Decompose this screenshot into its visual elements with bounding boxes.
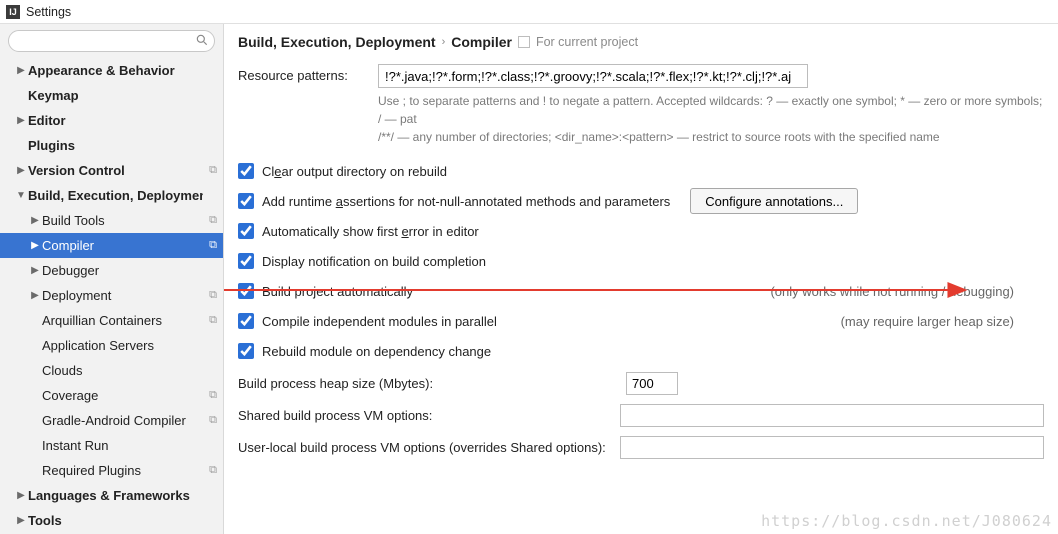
rebuild-dep-checkbox[interactable] [238,343,254,359]
configure-annotations-button[interactable]: Configure annotations... [690,188,858,214]
chevron-right-icon: ▶ [14,115,28,126]
sidebar-item-label: Version Control [28,163,203,178]
sidebar-item-label: Appearance & Behavior [28,63,203,78]
chevron-right-icon: ▶ [14,515,28,526]
sidebar-item-label: Tools [28,513,203,528]
sidebar-item-clouds[interactable]: ▶Clouds [0,358,223,383]
sidebar-item-tools[interactable]: ▶Tools [0,508,223,533]
sidebar-item-debugger[interactable]: ▶Debugger [0,258,223,283]
content-pane: Build, Execution, Deployment › Compiler … [224,24,1058,534]
scope-icon: ⧉ [203,314,217,327]
sidebar-item-label: Coverage [42,388,203,403]
chevron-right-icon: ▶ [14,165,28,176]
sidebar-item-coverage[interactable]: ▶Coverage⧉ [0,383,223,408]
check-clear-output[interactable]: Clear output directory on rebuild [238,156,1044,186]
sidebar-item-deployment[interactable]: ▶Deployment⧉ [0,283,223,308]
search-input[interactable] [8,30,215,52]
sidebar-item-appearance-behavior[interactable]: ▶Appearance & Behavior [0,58,223,83]
app-icon: IJ [6,5,20,19]
scope-icon: ⧉ [203,289,217,302]
sidebar-item-label: Keymap [28,88,203,103]
window-title: Settings [26,5,71,19]
scope-icon: ⧉ [203,214,217,227]
scope-icon [518,36,530,48]
check-compile-parallel[interactable]: Compile independent modules in parallel … [238,306,1044,336]
sidebar-item-gradle-android-compiler[interactable]: ▶Gradle-Android Compiler⧉ [0,408,223,433]
titlebar: IJ Settings [0,0,1058,24]
check-add-runtime[interactable]: Add runtime assertions for not-null-anno… [238,186,1044,216]
sidebar-item-label: Application Servers [42,338,203,353]
sidebar-item-arquillian-containers[interactable]: ▶Arquillian Containers⧉ [0,308,223,333]
check-display-notification[interactable]: Display notification on build completion [238,246,1044,276]
sidebar-item-keymap[interactable]: ▶Keymap [0,83,223,108]
sidebar-item-build-execution-deployment[interactable]: ▼Build, Execution, Deployment [0,183,223,208]
auto-show-error-checkbox[interactable] [238,223,254,239]
sidebar-item-instant-run[interactable]: ▶Instant Run [0,433,223,458]
search-icon [195,33,209,47]
sidebar-item-label: Plugins [28,138,203,153]
check-auto-show-error[interactable]: Automatically show first error in editor [238,216,1044,246]
heap-size-input[interactable] [626,372,678,395]
sidebar-item-label: Arquillian Containers [42,313,203,328]
sidebar-item-required-plugins[interactable]: ▶Required Plugins⧉ [0,458,223,483]
sidebar: ▶Appearance & Behavior▶Keymap▶Editor▶Plu… [0,24,224,534]
chevron-right-icon: ▶ [14,65,28,76]
check-rebuild-dep[interactable]: Rebuild module on dependency change [238,336,1044,366]
shared-vm-label: Shared build process VM options: [238,408,620,423]
heap-size-label: Build process heap size (Mbytes): [238,376,626,391]
sidebar-item-compiler[interactable]: ▶Compiler⧉ [0,233,223,258]
chevron-right-icon: ▶ [28,240,42,251]
sidebar-item-editor[interactable]: ▶Editor [0,108,223,133]
scope-icon: ⧉ [203,164,217,177]
user-vm-label: User-local build process VM options (ove… [238,440,620,455]
user-vm-input[interactable] [620,436,1044,459]
sidebar-item-label: Languages & Frameworks [28,488,203,503]
sidebar-item-label: Build Tools [42,213,203,228]
sidebar-item-label: Required Plugins [42,463,203,478]
display-notification-checkbox[interactable] [238,253,254,269]
build-auto-checkbox[interactable] [238,283,254,299]
scope-icon: ⧉ [203,464,217,477]
breadcrumb-parent: Build, Execution, Deployment [238,34,436,50]
scope-icon: ⧉ [203,389,217,402]
sidebar-item-label: Gradle-Android Compiler [42,413,203,428]
sidebar-item-build-tools[interactable]: ▶Build Tools⧉ [0,208,223,233]
chevron-down-icon: ▼ [14,190,28,201]
breadcrumb: Build, Execution, Deployment › Compiler … [238,34,1044,50]
chevron-right-icon: ▶ [28,265,42,276]
chevron-right-icon: ▶ [14,490,28,501]
sidebar-item-application-servers[interactable]: ▶Application Servers [0,333,223,358]
chevron-right-icon: › [442,36,446,48]
sidebar-item-label: Debugger [42,263,203,278]
sidebar-item-label: Build, Execution, Deployment [28,188,203,203]
resource-patterns-hint: Use ; to separate patterns and ! to nega… [238,92,1044,146]
sidebar-item-languages-frameworks[interactable]: ▶Languages & Frameworks [0,483,223,508]
build-auto-note: (only works while not running / debuggin… [770,284,1044,299]
compile-parallel-note: (may require larger heap size) [841,314,1044,329]
sidebar-item-label: Editor [28,113,203,128]
check-build-auto[interactable]: Build project automatically (only works … [238,276,1044,306]
compile-parallel-checkbox[interactable] [238,313,254,329]
add-runtime-checkbox[interactable] [238,193,254,209]
sidebar-item-version-control[interactable]: ▶Version Control⧉ [0,158,223,183]
sidebar-item-plugins[interactable]: ▶Plugins [0,133,223,158]
settings-tree: ▶Appearance & Behavior▶Keymap▶Editor▶Plu… [0,58,223,533]
sidebar-item-label: Compiler [42,238,203,253]
resource-patterns-label: Resource patterns: [238,64,378,83]
chevron-right-icon: ▶ [28,290,42,301]
sidebar-item-label: Deployment [42,288,203,303]
breadcrumb-current: Compiler [451,34,512,50]
sidebar-item-label: Instant Run [42,438,203,453]
shared-vm-input[interactable] [620,404,1044,427]
chevron-right-icon: ▶ [28,215,42,226]
sidebar-item-label: Clouds [42,363,203,378]
scope-icon: ⧉ [203,414,217,427]
scope-label: For current project [536,35,638,49]
watermark: https://blog.csdn.net/J080624 [761,512,1052,530]
scope-icon: ⧉ [203,239,217,252]
clear-output-checkbox[interactable] [238,163,254,179]
resource-patterns-input[interactable] [378,64,808,88]
